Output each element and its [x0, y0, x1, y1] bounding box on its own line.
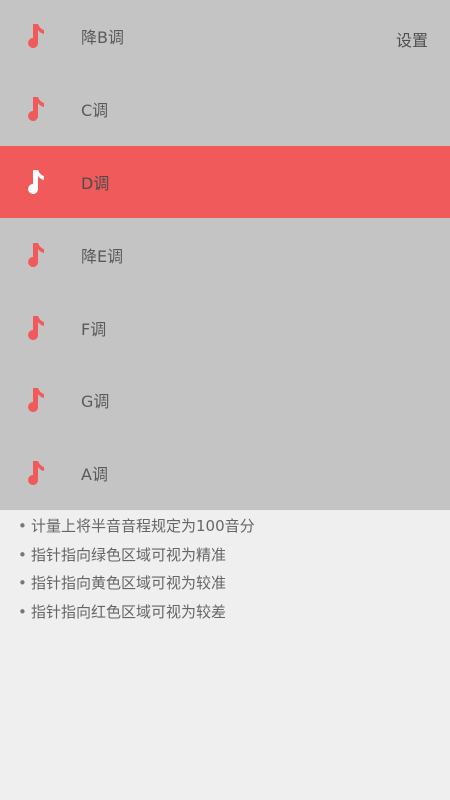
note-text: 指针指向红色区域可视为较差: [31, 602, 227, 621]
music-note-icon: [23, 168, 47, 196]
menu-item-g[interactable]: G调: [0, 364, 450, 437]
bullet-icon: •: [18, 545, 27, 564]
menu-item-a[interactable]: A调: [0, 437, 450, 510]
bullet-icon: •: [18, 574, 27, 592]
tuning-notes-list: • 计量上将半音音程规定为100音分 • 指针指向绿色区域可视为精准 • 指针指向黄色…: [18, 512, 438, 626]
menu-item-d[interactable]: D调: [0, 145, 450, 219]
note-text: 计量上将半音音程规定为100音分: [31, 517, 255, 535]
key-selection-menu: 降B调 设置 C调 D调 降E调 F调 G调 A调: [0, 0, 450, 510]
menu-item-e-flat[interactable]: 降E调: [0, 218, 450, 291]
settings-button[interactable]: 设置: [396, 27, 428, 51]
menu-item-label: 降B调: [81, 28, 124, 48]
list-item: • 指针指向黄色区域可视为较准: [18, 569, 438, 598]
music-note-icon: [23, 95, 47, 123]
list-item: • 指针指向红色区域可视为较差: [18, 598, 438, 627]
music-note-icon: [23, 386, 47, 414]
music-note-icon: [23, 459, 47, 487]
music-note-icon: [23, 22, 47, 50]
menu-item-label: D调: [81, 173, 110, 193]
menu-item-label: C调: [81, 101, 109, 121]
menu-item-label: G调: [81, 392, 110, 412]
music-note-icon: [23, 314, 47, 342]
bullet-icon: •: [18, 602, 27, 621]
menu-item-b-flat[interactable]: 降B调 设置: [0, 0, 450, 73]
menu-item-label: F调: [81, 319, 107, 339]
list-item: • 指针指向绿色区域可视为精准: [18, 541, 438, 570]
note-text: 指针指向绿色区域可视为精准: [31, 545, 227, 564]
note-text: 指针指向黄色区域可视为较准: [31, 574, 227, 592]
menu-item-label: 降E调: [81, 246, 124, 266]
list-item: • 计量上将半音音程规定为100音分: [18, 512, 438, 541]
menu-item-label: A调: [81, 465, 108, 485]
menu-item-f[interactable]: F调: [0, 291, 450, 364]
music-note-icon: [23, 241, 47, 269]
menu-item-c[interactable]: C调: [0, 73, 450, 146]
bullet-icon: •: [18, 517, 27, 535]
